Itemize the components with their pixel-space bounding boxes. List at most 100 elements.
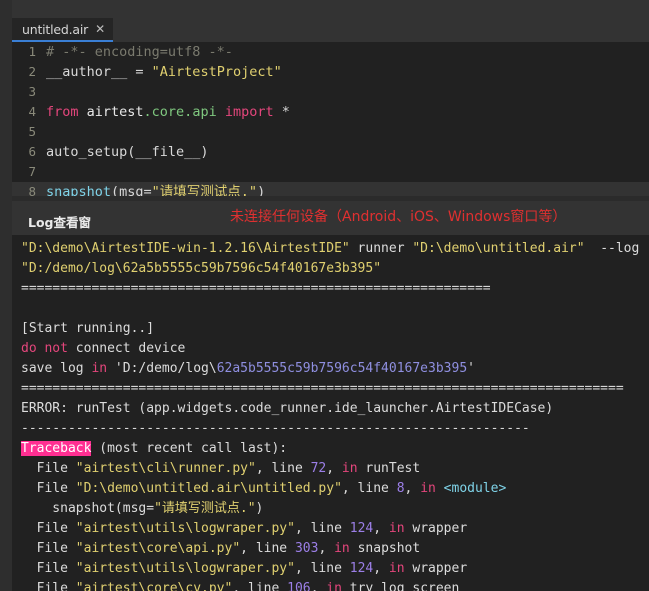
- code-line[interactable]: 5: [12, 122, 649, 142]
- code-line[interactable]: 3: [12, 82, 649, 102]
- log-token: ): [255, 501, 264, 516]
- log-token: 8: [396, 481, 405, 496]
- line-number: 3: [28, 84, 36, 99]
- log-token: ----------------------------------------…: [21, 421, 530, 436]
- log-token: runTest: [357, 461, 421, 476]
- log-line: snapshot(msg="请填写测试点."): [12, 499, 649, 519]
- code-line[interactable]: 7: [12, 162, 649, 182]
- log-token: 303: [294, 541, 319, 556]
- code-line[interactable]: 8 snapshot(msg="请填写测试点."): [12, 182, 649, 196]
- log-token: [Start running..]: [21, 321, 155, 336]
- log-token: ,: [373, 521, 389, 536]
- code-line[interactable]: 2 __author__ = "AirtestProject": [12, 62, 649, 82]
- code-token: (msg=: [111, 184, 152, 196]
- log-line: ERROR: runTest (app.widgets.code_runner.…: [12, 399, 649, 419]
- code-token: from: [46, 104, 87, 120]
- log-token: (most recent call last):: [91, 441, 288, 456]
- log-token: , line: [240, 541, 295, 556]
- top-toolbar-strip: [0, 0, 649, 18]
- tab-label: untitled.air: [22, 21, 89, 37]
- line-number: 7: [28, 164, 36, 179]
- log-line: File "airtest\core\api.py", line 303, in…: [12, 539, 649, 559]
- log-token: wrapper: [404, 521, 468, 536]
- log-token: ========================================…: [21, 381, 624, 396]
- log-token: ,: [318, 541, 335, 556]
- log-token: ERROR: runTest (app.widgets.code_runner.…: [21, 401, 554, 416]
- log-token: File: [21, 461, 76, 476]
- log-token: ,: [404, 481, 421, 496]
- log-token: <module>: [443, 481, 507, 496]
- code-token: "请填写测试点.": [151, 184, 258, 196]
- log-token: in: [388, 561, 405, 576]
- log-token: "D:/demo/log\62a5b5555c59b7596c54f40167e…: [21, 261, 382, 276]
- toolbar-left-edge: [0, 0, 12, 18]
- log-token: , line: [294, 521, 350, 536]
- log-line: File "airtest\core\cv.py", line 106, in …: [12, 579, 649, 591]
- log-token: "airtest\utils\logwraper.py": [75, 521, 295, 536]
- log-line: File "D:\demo\untitled.air\untitled.py",…: [12, 479, 649, 499]
- log-token: File: [21, 481, 76, 496]
- log-token: ': [467, 361, 475, 376]
- log-token: "airtest\core\cv.py": [75, 581, 233, 591]
- log-line: "D:\demo\AirtestIDE-win-1.2.16\AirtestID…: [12, 239, 649, 259]
- log-token: , line: [232, 581, 288, 591]
- log-token: connect device: [67, 341, 186, 356]
- code-line[interactable]: 4 from airtest.core.api import *: [12, 102, 649, 122]
- code-text: auto_setup(__file__): [46, 144, 209, 160]
- log-token: try_log_screen: [341, 581, 460, 591]
- log-token: , line: [294, 561, 350, 576]
- code-token: ): [257, 184, 266, 196]
- code-token: .core.api: [143, 104, 225, 120]
- log-token: File: [21, 581, 76, 591]
- log-token: , line: [341, 481, 397, 496]
- code-token: # -*- encoding=utf8 -*-: [46, 44, 233, 60]
- log-token: "airtest\utils\logwraper.py": [75, 561, 295, 576]
- log-token: in: [420, 481, 436, 496]
- log-panel-title: Log查看窗: [28, 215, 92, 230]
- log-token: snapshot(msg=: [21, 501, 155, 516]
- log-token: ========================================…: [21, 281, 491, 296]
- log-line: File "airtest\utils\logwraper.py", line …: [12, 559, 649, 579]
- log-token: , line: [255, 461, 311, 476]
- log-line: File "airtest\cli\runner.py", line 72, i…: [12, 459, 649, 479]
- log-token: in: [334, 541, 350, 556]
- log-token: Traceback: [21, 441, 92, 456]
- code-line[interactable]: 6 auto_setup(__file__): [12, 142, 649, 162]
- airtest-ide-window: untitled.air ✕ 1 # -*- encoding=utf8 -*- 2…: [0, 0, 649, 591]
- log-line: save log in 'D:/demo/log\62a5b5555c59b75…: [12, 359, 649, 379]
- log-token: 106: [287, 581, 311, 591]
- line-number: 1: [28, 44, 36, 59]
- log-line: ----------------------------------------…: [12, 419, 649, 439]
- log-token: ,: [310, 581, 327, 591]
- log-token: 'D:/demo/log\: [107, 361, 217, 376]
- log-token: do not: [21, 341, 68, 356]
- log-token: "D:\demo\untitled.air\untitled.py": [75, 481, 342, 496]
- code-line[interactable]: 1 # -*- encoding=utf8 -*-: [12, 42, 649, 62]
- code-token: __author__: [46, 64, 136, 80]
- code-editor[interactable]: 1 # -*- encoding=utf8 -*- 2 __author__ = "A…: [12, 42, 649, 196]
- line-number: 4: [28, 104, 36, 119]
- log-line: "D:/demo/log\62a5b5555c59b7596c54f40167e…: [12, 259, 649, 279]
- log-token: "airtest\core\api.py": [75, 541, 241, 556]
- log-line: File "airtest\utils\logwraper.py", line …: [12, 519, 649, 539]
- line-number: 5: [28, 124, 36, 139]
- log-token: in: [326, 581, 342, 591]
- log-output-view[interactable]: "D:\demo\AirtestIDE-win-1.2.16\AirtestID…: [12, 235, 649, 591]
- log-line: ========================================…: [12, 279, 649, 299]
- code-token: import: [224, 104, 282, 120]
- code-token: "AirtestProject": [151, 64, 282, 80]
- log-token: 124: [349, 561, 374, 576]
- tab-untitled-air[interactable]: untitled.air ✕: [12, 18, 114, 42]
- editor-tab-bar: untitled.air ✕: [12, 18, 649, 42]
- log-token: ,: [373, 561, 389, 576]
- log-token: 62a5b5555c59b7596c54f40167e3b395: [216, 361, 468, 376]
- log-token: in: [341, 461, 358, 476]
- log-token: 72: [310, 461, 327, 476]
- code-token: snapshot: [46, 184, 112, 196]
- close-icon[interactable]: ✕: [95, 23, 105, 35]
- code-token: airtest: [86, 104, 144, 120]
- code-text: __author__ = "AirtestProject": [46, 64, 282, 80]
- log-token: "airtest\cli\runner.py": [75, 461, 256, 476]
- code-text: snapshot(msg="请填写测试点."): [46, 184, 265, 196]
